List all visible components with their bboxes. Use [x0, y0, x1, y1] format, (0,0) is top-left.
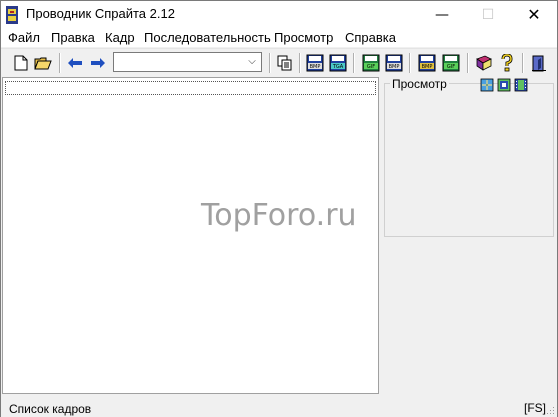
title-bar[interactable]: Проводник Спрайта 2.12 — ☐ ✕: [1, 1, 557, 29]
window-title: Проводник Спрайта 2.12: [26, 6, 175, 21]
app-icon: [6, 6, 18, 24]
svg-text:GIF: GIF: [447, 64, 455, 70]
chevron-down-icon[interactable]: ⌵: [245, 55, 259, 69]
save-clipboard-icon: BMP: [418, 54, 436, 72]
close-button[interactable]: ✕: [511, 1, 557, 29]
menu-bar: Файл Правка Кадр Последовательность Прос…: [1, 29, 557, 47]
menu-sequence[interactable]: Последовательность: [144, 30, 271, 45]
preview-zoom-button[interactable]: [480, 78, 494, 92]
toolbar-separator: [59, 53, 61, 73]
new-file-icon: [14, 55, 28, 71]
book-icon: [476, 55, 492, 71]
svg-text:BMP: BMP: [389, 64, 400, 70]
arrow-left-icon: [68, 58, 82, 68]
svg-text:TGA: TGA: [332, 64, 344, 70]
preview-film-button[interactable]: [514, 78, 528, 92]
exit-button[interactable]: [529, 53, 549, 73]
watermark: TopForo.ru: [201, 198, 357, 233]
menu-edit[interactable]: Правка: [51, 30, 95, 45]
preview-label: Просмотр: [390, 77, 449, 91]
resize-grip-icon[interactable]: [545, 405, 555, 415]
forward-button[interactable]: [88, 53, 108, 73]
status-indicator: [FS]: [524, 401, 547, 415]
status-text: Список кадров: [9, 402, 92, 416]
list-item[interactable]: [5, 81, 376, 95]
save-gif-icon: GIF: [362, 54, 380, 72]
menu-frame[interactable]: Кадр: [105, 30, 135, 45]
back-button[interactable]: [65, 53, 85, 73]
status-bar: Список кадров [FS]: [1, 399, 557, 417]
arrow-right-icon: [91, 58, 105, 68]
book-button[interactable]: [474, 53, 494, 73]
toolbar: ⌵ BMP TGA GIF BMP BMP GIF: [1, 48, 557, 77]
save-bmp-sequence-icon: BMP: [385, 54, 403, 72]
preview-fit-button[interactable]: [497, 78, 511, 92]
save-bmp-icon: BMP: [306, 54, 324, 72]
minimize-button[interactable]: —: [419, 1, 465, 29]
fit-icon: [497, 78, 511, 92]
help-icon: [501, 54, 513, 72]
frame-combo[interactable]: ⌵: [113, 52, 262, 72]
save-bmp-button[interactable]: BMP: [305, 53, 325, 73]
toolbar-separator: [353, 53, 355, 73]
copy-icon: [277, 55, 292, 71]
svg-text:GIF: GIF: [367, 64, 375, 70]
open-button[interactable]: [33, 53, 53, 73]
zoom-icon: [480, 78, 494, 92]
menu-view[interactable]: Просмотр: [274, 30, 333, 45]
new-file-button[interactable]: [11, 53, 31, 73]
svg-text:BMP: BMP: [422, 64, 433, 70]
save-gif-anim-button[interactable]: GIF: [441, 53, 461, 73]
save-gif-button[interactable]: GIF: [361, 53, 381, 73]
toolbar-separator: [467, 53, 469, 73]
open-folder-icon: [34, 57, 52, 70]
toolbar-separator: [299, 53, 301, 73]
svg-text:BMP: BMP: [310, 64, 321, 70]
frame-list[interactable]: TopForo.ru: [2, 77, 379, 394]
save-clipboard-button[interactable]: BMP: [417, 53, 437, 73]
copy-button[interactable]: [275, 53, 295, 73]
preview-panel: [384, 83, 554, 237]
exit-icon: [532, 55, 546, 72]
save-bmp-sequence-button[interactable]: BMP: [384, 53, 404, 73]
maximize-button[interactable]: ☐: [465, 1, 511, 29]
toolbar-separator: [522, 53, 524, 73]
save-tga-button[interactable]: TGA: [328, 53, 348, 73]
menu-file[interactable]: Файл: [8, 30, 40, 45]
save-gif-anim-icon: GIF: [442, 54, 460, 72]
help-button[interactable]: [497, 53, 517, 73]
menu-help[interactable]: Справка: [345, 30, 396, 45]
film-icon: [514, 78, 528, 92]
app-window: Проводник Спрайта 2.12 — ☐ ✕ Файл Правка…: [0, 0, 558, 417]
save-tga-icon: TGA: [329, 54, 347, 72]
toolbar-separator: [269, 53, 271, 73]
toolbar-separator: [409, 53, 411, 73]
